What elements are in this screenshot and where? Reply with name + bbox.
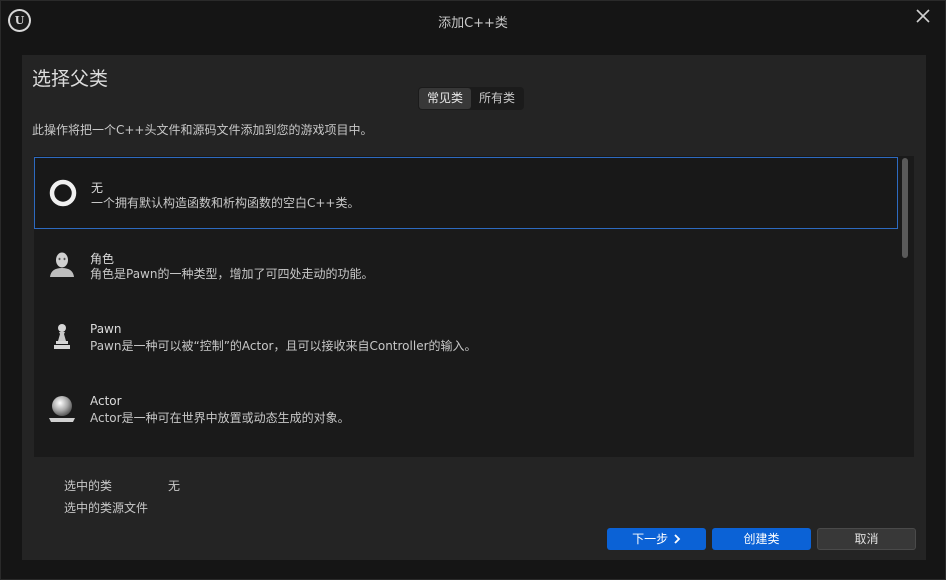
titlebar: U 添加C++类 — [1, 1, 945, 39]
next-button[interactable]: 下一步 — [607, 528, 706, 550]
description-text: 此操作将把一个C++头文件和源码文件添加到您的游戏项目中。 — [32, 123, 373, 137]
close-button[interactable] — [913, 6, 933, 26]
selected-source-row: 选中的类源文件 — [64, 499, 148, 516]
window-title: 添加C++类 — [438, 16, 508, 31]
character-icon — [50, 252, 74, 277]
class-name: Pawn — [90, 322, 122, 336]
add-cpp-class-dialog: U 添加C++类 选择父类 常见类 所有类 此操作将把一个C++头文件和源码文件… — [0, 0, 946, 580]
next-button-label: 下一步 — [632, 532, 669, 546]
create-class-button[interactable]: 创建类 — [712, 528, 811, 550]
class-filter-tabs: 常见类 所有类 — [418, 87, 525, 110]
tab-all-classes[interactable]: 所有类 — [471, 88, 523, 109]
class-description: Pawn是一种可以被“控制”的Actor，且可以接收来自Controller的输… — [90, 339, 477, 353]
chevron-right-icon — [674, 534, 681, 544]
selected-class-label: 选中的类 — [64, 479, 113, 493]
close-icon — [916, 9, 930, 23]
pawn-icon — [54, 324, 70, 349]
cancel-button[interactable]: 取消 — [817, 528, 916, 550]
class-item-pawn[interactable]: Pawn Pawn是一种可以被“控制”的Actor，且可以接收来自Control… — [34, 301, 898, 373]
ring-icon — [49, 179, 77, 207]
selected-class-row: 选中的类 无 — [64, 477, 180, 494]
selected-source-label: 选中的类源文件 — [64, 501, 149, 515]
class-description: Actor是一种可在世界中放置或动态生成的对象。 — [90, 411, 350, 425]
class-description: 一个拥有默认构造函数和析构函数的空白C++类。 — [91, 196, 360, 210]
class-item-none[interactable]: 无 一个拥有默认构造函数和析构函数的空白C++类。 — [34, 157, 898, 229]
actor-sphere-icon — [49, 396, 75, 422]
page-title: 选择父类 — [32, 68, 109, 90]
class-item-actor[interactable]: Actor Actor是一种可在世界中放置或动态生成的对象。 — [34, 373, 898, 445]
class-list: 无 一个拥有默认构造函数和析构函数的空白C++类。 角色 角色是Pawn的一种类… — [34, 156, 914, 457]
list-scrollbar[interactable] — [902, 158, 908, 258]
class-name: Actor — [90, 394, 122, 408]
class-description: 角色是Pawn的一种类型，增加了可四处走动的功能。 — [90, 267, 374, 281]
main-panel: 选择父类 常见类 所有类 此操作将把一个C++头文件和源码文件添加到您的游戏项目… — [22, 55, 926, 560]
selected-class-value: 无 — [168, 479, 181, 493]
class-item-character[interactable]: 角色 角色是Pawn的一种类型，增加了可四处走动的功能。 — [34, 229, 898, 301]
tab-common-classes[interactable]: 常见类 — [419, 88, 472, 109]
